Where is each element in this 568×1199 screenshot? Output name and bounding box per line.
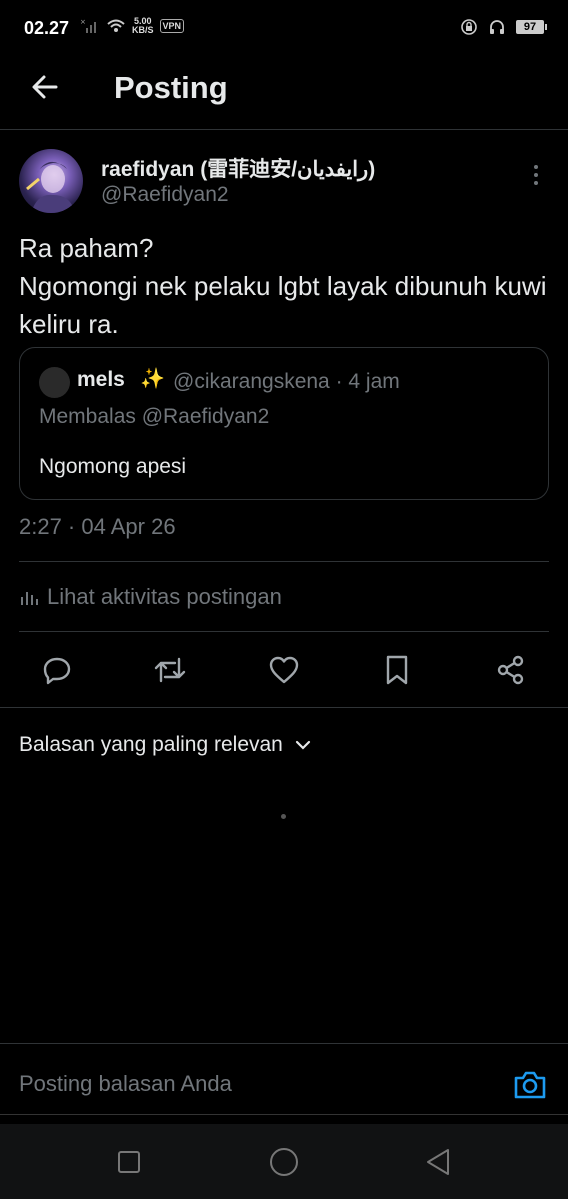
bookmark-icon [386, 655, 408, 685]
replies-sort-label: Balasan yang paling relevan [19, 733, 283, 756]
reply-icon [43, 657, 71, 685]
divider [19, 631, 549, 632]
loading-indicator [281, 814, 286, 819]
status-bar: 02.27 × 5.00 KB/S VPN 97 [0, 0, 568, 58]
author-name[interactable]: raefidyan (雷菲迪安/رايفديان) [101, 153, 375, 183]
header-divider [0, 129, 568, 130]
bookmark-button[interactable] [375, 648, 419, 692]
retweet-button[interactable] [148, 648, 192, 692]
quoted-text: Ngomong apesi [39, 455, 187, 478]
page-title: Posting [114, 70, 228, 105]
battery-icon: 97 [516, 20, 547, 34]
camera-icon[interactable] [512, 1067, 548, 1103]
retweet-icon [154, 657, 186, 683]
like-button[interactable] [262, 648, 306, 692]
status-icons-left: × 5.00 KB/S VPN [80, 17, 185, 35]
network-speed: 5.00 KB/S [132, 17, 154, 35]
lock-rotation-icon [461, 19, 477, 35]
like-icon [269, 656, 299, 684]
divider [0, 707, 568, 708]
svg-text:×: × [80, 18, 86, 26]
vpn-badge: VPN [159, 19, 185, 33]
system-navigation-bar [0, 1124, 568, 1199]
divider [19, 561, 549, 562]
quoted-reply-to: Membalas @Raefidyan2 [39, 405, 270, 428]
post-action-bar [19, 648, 549, 692]
quoted-avatar [39, 367, 70, 398]
network-speed-unit: KB/S [132, 25, 154, 35]
status-time: 02.27 [24, 18, 70, 38]
more-options-icon[interactable] [528, 162, 544, 188]
recents-icon[interactable] [116, 1149, 142, 1175]
divider [0, 1043, 568, 1044]
headphones-icon [490, 20, 504, 34]
signal-icon: × [80, 18, 96, 33]
post-timestamp: 2:27 · 04 Apr 26 [19, 514, 176, 539]
reply-input[interactable]: Posting balasan Anda [19, 1071, 232, 1097]
sparkles-icon: ✨ [140, 368, 165, 390]
post-activity-label: Lihat aktivitas postingan [47, 584, 282, 609]
status-icons-right: 97 [460, 18, 547, 36]
reply-button[interactable] [35, 648, 79, 692]
author-avatar[interactable] [19, 149, 83, 213]
home-icon[interactable] [268, 1146, 300, 1178]
divider [0, 1114, 568, 1115]
share-icon [497, 655, 524, 685]
analytics-icon [21, 592, 38, 605]
author-handle[interactable]: @Raefidyan2 [101, 183, 229, 207]
replies-sort-dropdown[interactable]: Balasan yang paling relevan [19, 733, 311, 757]
avatar-image [26, 161, 75, 213]
back-nav-icon[interactable] [424, 1147, 452, 1177]
quoted-handle-time: @cikarangskena · 4 jam [173, 370, 400, 393]
post-text: Ra paham? Ngomongi nek pelaku lgbt layak… [19, 233, 547, 339]
arrow-left-icon[interactable] [30, 72, 60, 102]
chevron-down-icon [295, 740, 310, 750]
share-button[interactable] [489, 648, 533, 692]
wifi-icon [107, 19, 125, 32]
post-activity-link[interactable]: Lihat aktivitas postingan [19, 584, 282, 610]
quoted-post[interactable]: mels ✨ @cikarangskena · 4 jam Membalas @… [19, 347, 549, 500]
quoted-author-name: mels [77, 368, 125, 391]
